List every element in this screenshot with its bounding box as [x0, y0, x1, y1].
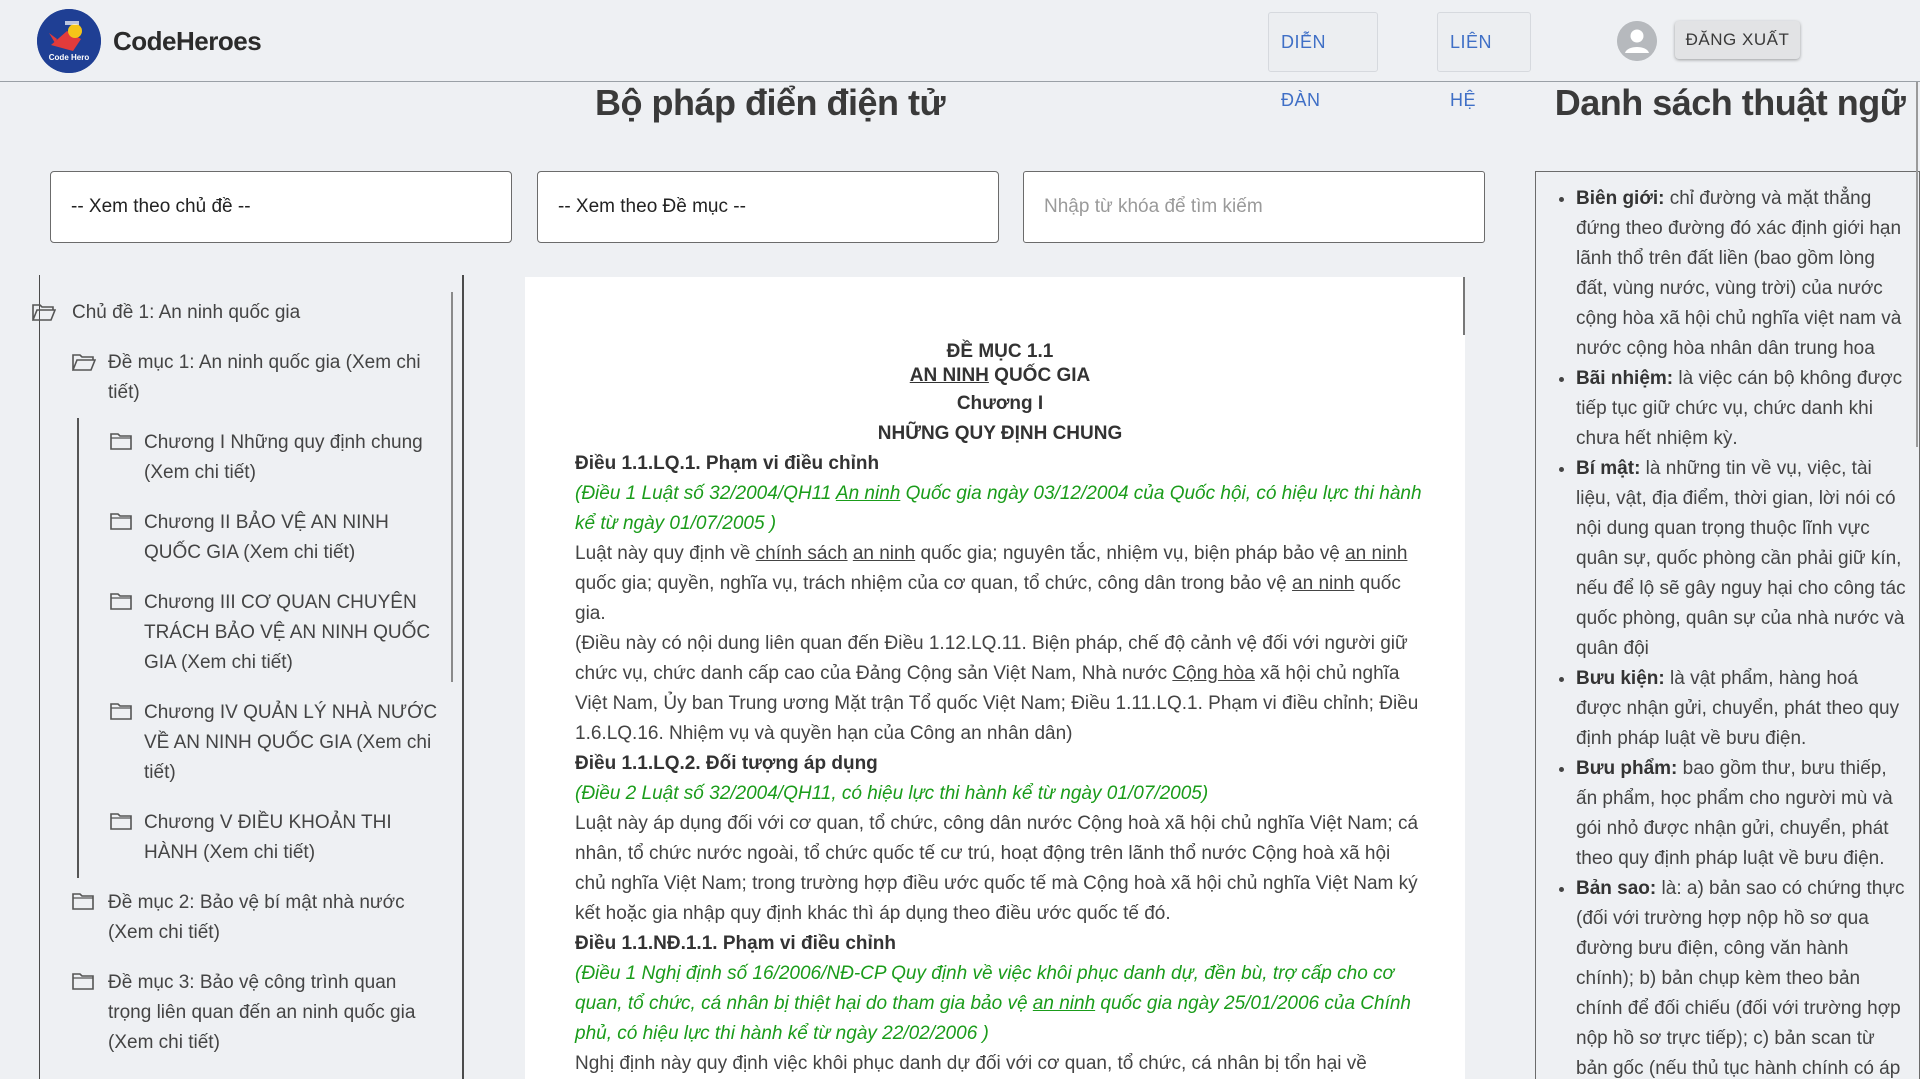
folder-icon [110, 433, 132, 450]
folder-icon [110, 593, 132, 610]
glossary-item: Bưu phẩm: bao gồm thư, bưu thiếp, ấn phẩ… [1576, 754, 1907, 874]
page-title: Bộ pháp điển điện tử [594, 82, 946, 123]
tree-topic-label: Chủ đề 1: An ninh quốc gia [72, 302, 301, 323]
tree-chapter-1[interactable]: Chương I Những quy định chung (Xem chi t… [110, 428, 440, 488]
doc-section-name: AN NINH QUỐC GIA [909, 365, 1091, 386]
tree-chapter-label: Chương V ĐIỀU KHOẢN THI HÀNH (Xem chi ti… [144, 812, 392, 863]
document-viewer[interactable]: ĐỀ MỤC 1.1 AN NINH QUỐC GIA Chương I NHỮ… [525, 277, 1465, 1079]
topic-tree: Chủ đề 1: An ninh quốc gia Đề mục 1: An … [0, 0, 464, 1079]
glossary-term[interactable]: Bí mật: [1576, 458, 1640, 479]
article-body: Luật này quy định về chính sách an ninh … [575, 543, 1408, 624]
tree-chapter-label: Chương II BẢO VỆ AN NINH QUỐC GIA (Xem c… [144, 512, 389, 563]
term-link[interactable]: an ninh [1033, 993, 1095, 1014]
glossary-item: Bưu kiện: là vật phẩm, hàng hoá được nhậ… [1576, 664, 1907, 754]
folder-open-icon [32, 304, 56, 321]
article-title: Điều 1.1.LQ.2. Đối tượng áp dụng [575, 753, 878, 774]
term-link[interactable]: AN NINH [910, 365, 989, 386]
term-link[interactable]: Cộng hòa [1172, 663, 1254, 684]
glossary-item: Bí mật: là những tin về vụ, việc, tài li… [1576, 454, 1907, 664]
folder-icon [72, 973, 94, 990]
doc-chapter: Chương I [956, 393, 1044, 414]
folder-icon [110, 703, 132, 720]
document-scrollbar[interactable] [1463, 277, 1465, 335]
logout-button[interactable]: ĐĂNG XUẤT [1675, 21, 1800, 59]
glossary-term[interactable]: Bưu phẩm: [1576, 758, 1677, 779]
folder-open-icon [72, 354, 96, 371]
tree-chapter-4[interactable]: Chương IV QUẢN LÝ NHÀ NƯỚC VỀ AN NINH QU… [110, 698, 440, 788]
tree-topic-1[interactable]: Chủ đề 1: An ninh quốc gia [32, 298, 442, 328]
glossary-title: Danh sách thuật ngữ [1554, 82, 1906, 123]
glossary-term[interactable]: Bản sao: [1576, 878, 1656, 899]
tree-section-label: Đề mục 3: Bảo vệ công trình quan trọng l… [108, 972, 416, 1053]
tree-chapter-2[interactable]: Chương II BẢO VỆ AN NINH QUỐC GIA (Xem c… [110, 508, 440, 568]
article-source: (Điều 1 Nghị định số 16/2006/NĐ-CP Quy đ… [575, 963, 1411, 1044]
glossary-item: Bản sao: là: a) bản sao có chứng thực (đ… [1576, 874, 1907, 1079]
doc-chapter-name: NHỮNG QUY ĐỊNH CHUNG [877, 423, 1123, 444]
glossary-item: Biên giới: chỉ đường và mặt thẳng đứng t… [1576, 184, 1907, 364]
section-select[interactable]: -- Xem theo Đề mục -- [537, 171, 999, 243]
tree-section-2[interactable]: Đề mục 2: Bảo vệ bí mật nhà nước (Xem ch… [72, 888, 442, 948]
glossary-item: Bãi nhiệm: là việc cán bộ không được tiế… [1576, 364, 1907, 454]
term-link[interactable]: An ninh [836, 483, 900, 504]
tree-chapter-label: Chương I Những quy định chung (Xem chi t… [144, 432, 423, 483]
tree-scrollbar[interactable] [451, 292, 453, 682]
folder-icon [72, 893, 94, 910]
search-input[interactable] [1023, 171, 1485, 243]
glossary-list: Biên giới: chỉ đường và mặt thẳng đứng t… [1536, 172, 1919, 1079]
tree-section-3[interactable]: Đề mục 3: Bảo vệ công trình quan trọng l… [72, 968, 442, 1058]
tree-section-1[interactable]: Đề mục 1: An ninh quốc gia (Xem chi tiết… [72, 348, 442, 408]
article-related: (Điều này có nội dung liên quan đến Điều… [575, 633, 1419, 744]
article-title: Điều 1.1.NĐ.1.1. Phạm vi điều chỉnh [575, 933, 896, 954]
glossary-term[interactable]: Bãi nhiệm: [1576, 368, 1673, 389]
tree-chapter-5[interactable]: Chương V ĐIỀU KHOẢN THI HÀNH (Xem chi ti… [110, 808, 440, 868]
glossary-term[interactable]: Biên giới: [1576, 188, 1664, 209]
tree-section-label: Đề mục 1: An ninh quốc gia (Xem chi tiết… [108, 352, 421, 403]
folder-icon [110, 813, 132, 830]
term-link[interactable]: an ninh [1345, 543, 1407, 564]
article-source: (Điều 1 Luật số 32/2004/QH11 An ninh Quố… [575, 483, 1422, 534]
term-link[interactable]: chính sách [756, 543, 848, 564]
user-avatar-icon[interactable] [1617, 21, 1657, 61]
glossary-definition: là những tin về vụ, việc, tài liệu, vật,… [1576, 458, 1906, 659]
article-source: (Điều 2 Luật số 32/2004/QH11, có hiệu lự… [575, 783, 1209, 804]
article-title: Điều 1.1.LQ.1. Phạm vi điều chỉnh [575, 453, 880, 474]
page-scrollbar[interactable] [1916, 82, 1918, 447]
term-link[interactable]: an ninh [853, 543, 915, 564]
tree-section-label: Đề mục 2: Bảo vệ bí mật nhà nước (Xem ch… [108, 892, 405, 943]
tree-chapter-label: Chương IV QUẢN LÝ NHÀ NƯỚC VỀ AN NINH QU… [144, 702, 438, 783]
glossary-definition: là: a) bản sao có chứng thực (đối với tr… [1576, 878, 1905, 1079]
term-link[interactable]: an ninh [1292, 573, 1354, 594]
folder-icon [110, 513, 132, 530]
glossary-term[interactable]: Bưu kiện: [1576, 668, 1665, 689]
tree-chapter-label: Chương III CƠ QUAN CHUYÊN TRÁCH BẢO VỆ A… [144, 592, 431, 673]
nav-contact-link[interactable]: LIÊN HỆ [1437, 12, 1531, 110]
article-body: Nghị định này quy định việc khôi phục da… [575, 1053, 1367, 1074]
glossary-panel[interactable]: Biên giới: chỉ đường và mặt thẳng đứng t… [1535, 171, 1920, 1079]
nav-forum-link[interactable]: DIỄN ĐÀN [1268, 12, 1378, 110]
glossary-definition: chỉ đường và mặt thẳng đứng theo đường đ… [1576, 188, 1902, 359]
article-body: Luật này áp dụng đối với cơ quan, tổ chứ… [575, 813, 1419, 924]
tree-chapter-3[interactable]: Chương III CƠ QUAN CHUYÊN TRÁCH BẢO VỆ A… [110, 588, 445, 678]
